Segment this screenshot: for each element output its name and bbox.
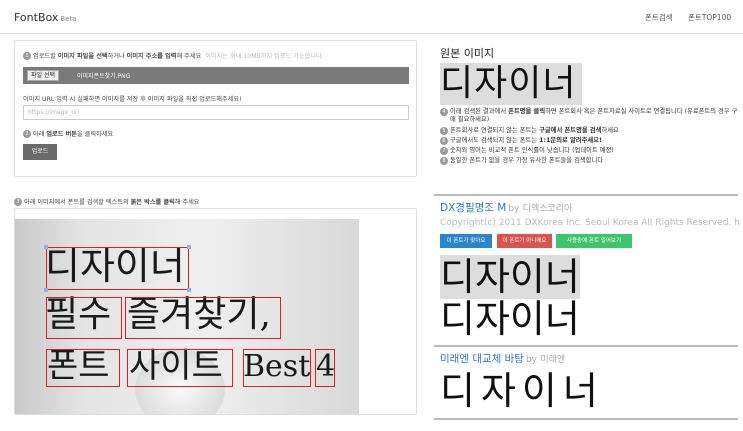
text-box-four[interactable] xyxy=(315,349,335,387)
by-label: by xyxy=(525,355,538,365)
step2-instruction: 2 아래 업로드 버튼을 클릭하세요 xyxy=(23,129,113,138)
tip-bold: 구글에서 폰트명을 검색 xyxy=(539,126,602,134)
font-maker: 미래엔 xyxy=(540,355,566,365)
resize-handle[interactable] xyxy=(44,288,48,292)
sample-highlighted: 디자이너 xyxy=(440,255,580,299)
image-url-input[interactable] xyxy=(23,105,409,120)
tip-badge: 4 xyxy=(440,108,448,116)
tip-item: 6 구글에서도 검색되지 않는 폰트는 1:1문의로 알려주세요! xyxy=(440,136,740,145)
font-sample: 디자이너 xyxy=(440,369,604,413)
step1-badge: 1 xyxy=(23,52,31,60)
tip-text: 구글에서도 검색되지 않는 폰트는 xyxy=(450,136,540,144)
tip-badge: 5 xyxy=(440,126,448,135)
brand-name: FontBox xyxy=(14,11,59,24)
tip-badge: 7 xyxy=(440,147,448,156)
step3-text-b: 붉은 박스를 클릭 xyxy=(130,199,175,206)
step2-text-a: 아래 xyxy=(33,131,47,138)
step3-text-c: 해 주세요 xyxy=(174,199,200,206)
tip-text: 동일한 폰트가 없을 경우 가장 유사한 폰트들을 검색합니다 xyxy=(450,157,604,165)
tip-text: 숫자와 영어는 비교적 폰트 인식률이 낮습니다 (업데이트 예정) xyxy=(450,147,614,155)
beta-label: Beta xyxy=(60,15,77,23)
size-hint: 이미지는 최대 10MB까지 업로드 가능합니다. xyxy=(205,53,324,60)
resize-handle[interactable] xyxy=(187,288,191,292)
upload-panel: 1 업로드할 이미지 파일을 선택하거나 이미지 주소를 입력해 주세요 이미지는 … xyxy=(14,40,417,177)
step1-instruction: 1 업로드할 이미지 파일을 선택하거나 이미지 주소를 입력해 주세요 이미지는 … xyxy=(23,51,324,60)
text-box-designer[interactable] xyxy=(46,247,189,290)
step3-text-a: 아래 이미지에서 폰트를 검색할 텍스트의 xyxy=(24,199,131,206)
nav-font-top100[interactable]: 폰트TOP100 xyxy=(688,12,731,23)
divider xyxy=(434,194,738,196)
brand-logo[interactable]: FontBox Beta xyxy=(14,11,77,24)
step1-text-e: 해 주세요 xyxy=(176,53,202,60)
image-panel: 디자이너 필수 즐겨찾기, 폰트 사이트 Best 4 xyxy=(14,208,417,415)
step1-text-b: 이미지 파일을 선택 xyxy=(57,53,108,60)
step3-instruction: 3 아래 이미지에서 폰트를 검색할 텍스트의 붉은 박스를 클릭해 주세요 xyxy=(14,197,200,206)
tip-item: 7 숫자와 영어는 비교적 폰트 인식률이 낮습니다 (업데이트 예정) xyxy=(440,147,740,156)
divider xyxy=(434,345,738,347)
step3-badge: 3 xyxy=(14,198,22,206)
text-box-best[interactable] xyxy=(243,349,311,387)
by-label: by xyxy=(508,204,520,214)
uploaded-image-canvas: 디자이너 필수 즐겨찾기, 폰트 사이트 Best 4 xyxy=(15,219,359,414)
original-image-preview: 디자이너 xyxy=(440,63,582,105)
top-navbar: FontBox Beta 폰트검색 폰트TOP100 xyxy=(0,0,743,34)
nav-font-search[interactable]: 폰트검색 xyxy=(645,12,673,23)
tip-text: 아래 검색된 결과에서 xyxy=(450,108,509,115)
tip-bold: 폰트명을 클릭 xyxy=(508,108,546,115)
result-font-link[interactable]: 미래엔 대교체 바탕 by 미래엔 xyxy=(440,351,565,366)
upload-button[interactable]: 업로드 xyxy=(23,144,57,160)
font-maker: 디엑스코리아 xyxy=(522,204,573,214)
tip-text: 폰트회사로 연결되지 않는 폰트는 xyxy=(450,126,540,134)
original-image-title: 원본 이미지 xyxy=(440,47,495,60)
tip-bold: 1:1문의로 알려주세요! xyxy=(539,136,602,144)
text-box-favorites[interactable] xyxy=(125,297,281,339)
step2-text-c: 을 클릭하세요 xyxy=(76,131,114,138)
tip-badge: 8 xyxy=(440,157,448,166)
step2-badge: 2 xyxy=(23,130,31,138)
choose-file-button[interactable]: 파일 선택 xyxy=(27,70,59,81)
step1-text-a: 업로드할 xyxy=(33,53,58,60)
tip-item: 4 아래 검색된 결과에서 폰트명을 클릭하면 폰트회사 혹은 폰트자료실 사이트… xyxy=(440,108,740,125)
tip-text: 하세요 xyxy=(601,126,619,134)
tip-item: 8 동일한 폰트가 없을 경우 가장 유사한 폰트들을 검색합니다 xyxy=(440,157,740,166)
file-picker[interactable]: 파일 선택 이미지폰트찾기.PNG xyxy=(23,67,409,84)
result-font-name[interactable]: DX경필명조 M xyxy=(440,202,506,214)
divider xyxy=(434,418,738,420)
resize-handle[interactable] xyxy=(44,245,48,249)
step1-text-c: 하거나 xyxy=(107,53,127,60)
instruction-list: 4 아래 검색된 결과에서 폰트명을 클릭하면 폰트회사 혹은 폰트자료실 사이트… xyxy=(440,108,740,168)
result-font-link[interactable]: DX경필명조 Mby 디엑스코리아 xyxy=(440,200,572,215)
open-font-button[interactable]: 사용중에 폰트 열어보기 xyxy=(556,234,632,248)
tip-badge: 6 xyxy=(440,136,448,145)
tip-item: 5 폰트회사로 연결되지 않는 폰트는 구글에서 폰트명을 검색하세요 xyxy=(440,126,740,135)
resize-handle[interactable] xyxy=(187,245,191,249)
font-sample: 디자이너 xyxy=(440,297,580,341)
result-font-name[interactable]: 미래엔 대교체 바탕 xyxy=(440,353,524,365)
url-help-text: 이미지 URL 입력 시 실패하면 이미지를 저장 후 이미지 파일을 직접 업… xyxy=(23,96,242,103)
correct-font-button[interactable]: 이 폰트가 맞아요 xyxy=(440,234,492,248)
font-copyright: Copyright(c) 2011 DXKorea Inc. Seoul Kor… xyxy=(440,218,740,228)
text-box-font[interactable] xyxy=(46,349,120,387)
step2-text-b: 업로드 버튼 xyxy=(46,131,77,138)
step1-text-d: 이미지 주소를 입력 xyxy=(126,53,177,60)
text-box-required[interactable] xyxy=(46,297,122,339)
wrong-font-button[interactable]: 이 폰트가 아니에요 xyxy=(497,234,552,248)
sample-highlight-row: 디자이너 xyxy=(440,255,580,299)
selected-file-name: 이미지폰트찾기.PNG xyxy=(77,73,131,80)
text-box-site[interactable] xyxy=(127,349,233,387)
